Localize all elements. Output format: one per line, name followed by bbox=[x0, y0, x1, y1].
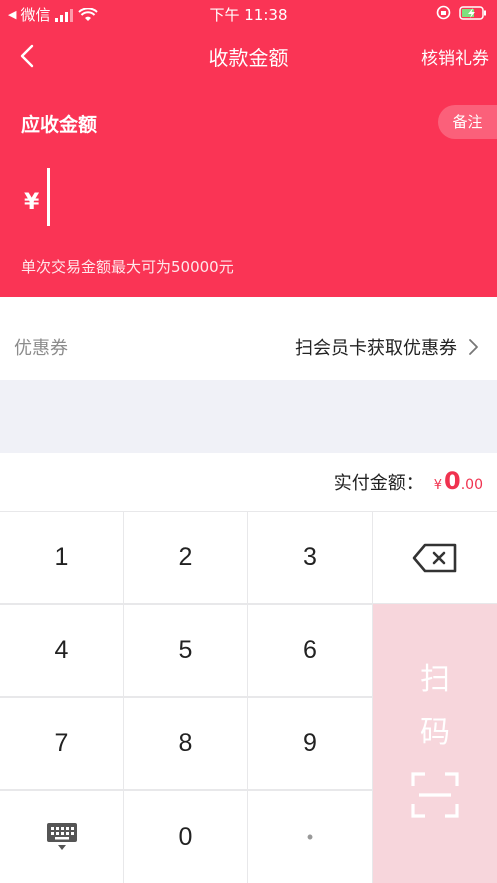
note-button[interactable]: 备注 bbox=[438, 105, 497, 139]
text-caret bbox=[47, 168, 50, 226]
key-7[interactable]: 7 bbox=[0, 698, 123, 789]
actual-payment-decimal: .00 bbox=[460, 477, 483, 493]
amount-input[interactable]: ¥ bbox=[24, 168, 464, 226]
key-1[interactable]: 1 bbox=[0, 512, 123, 603]
actual-payment: 实付金额： ¥ 0 .00 bbox=[334, 467, 483, 495]
currency-symbol: ¥ bbox=[24, 190, 40, 215]
limit-hint: 单次交易金额最大可为50000元 bbox=[21, 258, 234, 276]
battery-charging-icon bbox=[459, 5, 486, 20]
key-0[interactable]: 0 bbox=[124, 791, 247, 883]
actual-payment-row: 实付金额： ¥ 0 .00 bbox=[0, 453, 497, 511]
key-2[interactable]: 2 bbox=[124, 512, 247, 603]
status-right bbox=[436, 5, 487, 20]
nav-bar: 收款金额 核销礼券 bbox=[0, 28, 497, 84]
key-4[interactable]: 4 bbox=[0, 605, 123, 696]
amount-header: ◀ 微信 下午 11:38 收款金额 核销礼券 应收金额 备注 ¥ 单次交易金额… bbox=[0, 0, 497, 297]
backspace-icon bbox=[412, 543, 457, 572]
key-9[interactable]: 9 bbox=[248, 698, 372, 789]
redeem-voucher-button[interactable]: 核销礼券 bbox=[421, 44, 489, 69]
coupon-label: 优惠券 bbox=[14, 338, 68, 359]
numeric-keypad: 1 2 3 4 5 6 7 8 9 0 • 扫 码 bbox=[0, 511, 497, 883]
key-8[interactable]: 8 bbox=[124, 698, 247, 789]
coupon-row[interactable]: 优惠券 扫会员卡获取优惠券 bbox=[0, 312, 497, 380]
scan-frame-icon bbox=[411, 772, 459, 818]
chevron-right-icon bbox=[469, 339, 478, 355]
decimal-point-key[interactable]: • bbox=[248, 791, 372, 883]
spacer bbox=[0, 297, 497, 312]
actual-payment-integer: 0 bbox=[444, 467, 461, 495]
hide-keyboard-key[interactable] bbox=[0, 791, 123, 883]
scan-code-button[interactable]: 扫 码 bbox=[373, 604, 497, 883]
key-5[interactable]: 5 bbox=[124, 605, 247, 696]
backspace-key[interactable] bbox=[373, 512, 497, 603]
actual-payment-label: 实付金额： bbox=[333, 473, 424, 494]
scan-label-2: 码 bbox=[420, 715, 450, 750]
key-3[interactable]: 3 bbox=[248, 512, 372, 603]
orientation-lock-icon bbox=[436, 5, 451, 20]
scan-label-1: 扫 bbox=[420, 662, 450, 697]
actual-payment-currency: ¥ bbox=[433, 478, 443, 493]
scan-member-card-label: 扫会员卡获取优惠券 bbox=[295, 338, 457, 359]
section-divider bbox=[0, 380, 497, 453]
key-6[interactable]: 6 bbox=[248, 605, 372, 696]
status-time: 下午 11:38 bbox=[209, 6, 288, 24]
keyboard-icon bbox=[46, 823, 77, 850]
amount-due-label: 应收金额 bbox=[21, 114, 98, 136]
scan-member-card-link[interactable]: 扫会员卡获取优惠券 bbox=[295, 334, 479, 360]
status-bar: ◀ 微信 下午 11:38 bbox=[0, 0, 497, 28]
